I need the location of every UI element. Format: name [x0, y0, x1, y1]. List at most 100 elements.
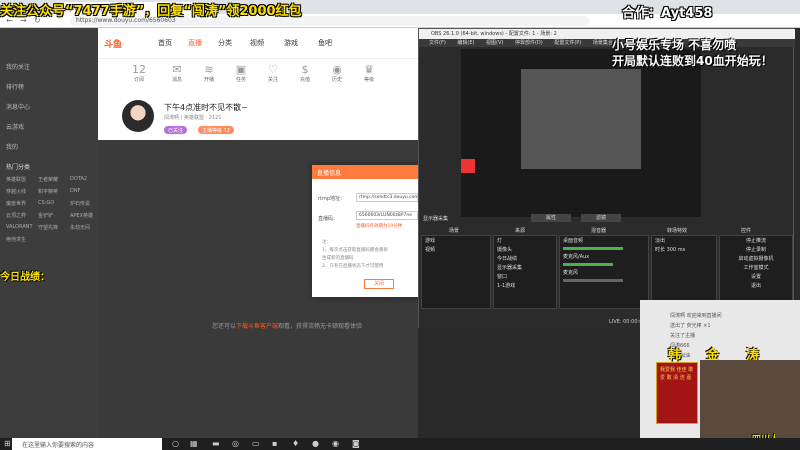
task-button[interactable]: ▣ 任务: [226, 63, 256, 83]
download-link[interactable]: 下载斗鱼客户端: [236, 323, 278, 330]
transition-select[interactable]: 淡出: [652, 236, 716, 245]
icon-label: 任务: [235, 77, 246, 83]
sidebar-item[interactable]: 我的: [6, 142, 18, 151]
level-button[interactable]: ♛ 等级: [354, 63, 384, 83]
store-icon[interactable]: ▭: [252, 439, 260, 448]
history-button[interactable]: ◉ 历史: [322, 63, 352, 83]
app-icon[interactable]: ●: [312, 439, 319, 448]
category-link[interactable]: 守望先锋: [38, 224, 58, 231]
category-link[interactable]: APEX英雄: [70, 212, 93, 219]
duration-row: 时长 300 ms: [652, 245, 716, 254]
virtual-cam-button[interactable]: 启动虚拟摄像机: [720, 254, 792, 263]
source-item[interactable]: 1-1游戏: [494, 281, 556, 290]
mixer-channel: 桌面音频: [563, 238, 584, 244]
close-button[interactable]: 关闭: [364, 279, 394, 289]
app-icon[interactable]: ♦: [292, 439, 299, 448]
sidebar-item[interactable]: 我的关注: [6, 62, 30, 71]
filters-button[interactable]: 滤镜: [581, 214, 621, 222]
edge-icon[interactable]: ◎: [232, 439, 239, 448]
obs-icon[interactable]: ◉: [332, 439, 339, 448]
level-tag: 主播等级 12: [198, 126, 234, 134]
task-view-icon[interactable]: ○: [172, 439, 179, 448]
rtmp-label: rtmp地址：: [318, 196, 346, 202]
recharge-button[interactable]: $ 充值: [290, 63, 320, 83]
message-button[interactable]: ✉ 消息: [162, 63, 192, 83]
taskbar-search[interactable]: 在这里输入你要搜索的内容: [12, 438, 162, 450]
category-link[interactable]: 永劫无间: [70, 224, 90, 231]
header-icon-row: 12 订阅 ✉ 消息 ≋ 开播 ▣ 任务 ♡ 关注 $ 充值 ◉ 历史 ♛ 等级: [98, 58, 418, 94]
nav-home[interactable]: 首页: [158, 38, 172, 48]
settings-button[interactable]: 设置: [720, 272, 792, 281]
douyu-sidebar: 我的关注 排行榜 消息中心 云游戏 我的 热门分类 英雄联盟 王者荣耀 DOTA…: [0, 28, 98, 438]
taskbar: 在这里输入你要搜索的内容 ⊞ ○ ▦ ▬ ◎ ▭ ▪ ♦ ● ◉ ◙: [0, 438, 800, 450]
category-link[interactable]: 炉石传说: [70, 200, 90, 207]
category-link[interactable]: DOTA2: [70, 176, 87, 182]
obs-preview[interactable]: [461, 49, 701, 217]
stop-record-button[interactable]: 停止录制: [720, 245, 792, 254]
category-link[interactable]: 云顶之弈: [6, 212, 26, 219]
category-link[interactable]: 绝地求生: [6, 236, 26, 243]
category-link[interactable]: 穿越火线: [6, 188, 26, 195]
nav-video[interactable]: 视频: [250, 38, 264, 48]
obs-titlebar: OBS 26.1.0 (64-bit, windows) - 配置文件: 1 -…: [419, 29, 795, 39]
douyu-logo[interactable]: 斗鱼: [104, 37, 122, 50]
stop-stream-button[interactable]: 停止推流: [720, 236, 792, 245]
icon-label: 历史: [331, 77, 342, 83]
chat-message: 关注了主播: [670, 333, 696, 339]
sidebar-item[interactable]: 排行榜: [6, 82, 24, 91]
heart-icon: ♡: [268, 63, 278, 76]
nav-live[interactable]: 直播: [188, 38, 202, 48]
category-link[interactable]: CS:GO: [38, 200, 54, 206]
source-item[interactable]: 今日战绩: [494, 254, 556, 263]
studio-mode-button[interactable]: 工作室模式: [720, 263, 792, 272]
category-link[interactable]: 英雄联盟: [6, 176, 26, 183]
sidebar-item[interactable]: 云游戏: [6, 122, 24, 131]
menu-item[interactable]: 视图(V): [486, 40, 503, 46]
volume-meter[interactable]: [563, 263, 613, 266]
follow-tag[interactable]: 已关注: [164, 126, 188, 134]
streamer-avatar[interactable]: [122, 100, 154, 132]
properties-button[interactable]: 属性: [531, 214, 571, 222]
category-link[interactable]: 王者荣耀: [38, 176, 58, 183]
source-item[interactable]: 显示器采集: [494, 263, 556, 272]
rtmp-field[interactable]: rtmp://sendtc3.douyu.com/live: [356, 193, 418, 202]
scene-item[interactable]: 游戏: [422, 236, 490, 245]
source-item[interactable]: 摄像头: [494, 245, 556, 254]
windows-icon[interactable]: ⊞: [4, 439, 11, 448]
download-tip: 您还可以下载斗鱼客户端观看，获得流畅无卡顿观看体验: [212, 323, 363, 330]
category-link[interactable]: VALORANT: [6, 224, 33, 230]
menu-item[interactable]: 配置文件(P): [554, 40, 581, 46]
source-item[interactable]: 灯: [494, 236, 556, 245]
app-icon[interactable]: ▪: [272, 439, 277, 448]
follow-button[interactable]: ♡ 关注: [258, 63, 288, 83]
key-field[interactable]: 6560603rLUN00z8P7ne: [356, 211, 418, 220]
message-icon: ✉: [172, 63, 182, 76]
volume-meter[interactable]: [563, 247, 623, 250]
app-icon[interactable]: ◙: [352, 439, 360, 448]
category-link[interactable]: 金铲铲: [38, 212, 53, 219]
menu-item[interactable]: 文件(F): [429, 40, 446, 46]
category-link[interactable]: 魔兽世界: [6, 200, 26, 207]
sources-title: 来源: [515, 228, 526, 234]
widgets-icon[interactable]: ▦: [190, 439, 198, 448]
subscribe-button[interactable]: 12 订阅: [124, 63, 154, 83]
duration-field[interactable]: 300 ms: [667, 247, 686, 253]
nav-game[interactable]: 游戏: [284, 38, 298, 48]
menu-item[interactable]: 编辑(E): [457, 40, 474, 46]
exit-button[interactable]: 退出: [720, 281, 792, 290]
volume-meter[interactable]: [563, 279, 623, 282]
broadcast-button[interactable]: ≋ 开播: [194, 63, 224, 83]
scene-item[interactable]: 视频: [422, 245, 490, 254]
category-link[interactable]: 和平精英: [38, 188, 58, 195]
sidebar-section-title: 热门分类: [6, 164, 31, 171]
obs-menu-bar: 文件(F) 编辑(E) 视图(V) 停靠部件(D) 配置文件(P) 场景集合(S…: [419, 39, 795, 47]
nav-category[interactable]: 分类: [218, 38, 232, 48]
explorer-icon[interactable]: ▬: [212, 439, 220, 448]
source-item[interactable]: 窗口: [494, 272, 556, 281]
key-label: 直播码：: [318, 216, 339, 222]
menu-item[interactable]: 停靠部件(D): [515, 40, 543, 46]
nav-yuba[interactable]: 鱼吧: [318, 38, 332, 48]
sidebar-item[interactable]: 消息中心: [6, 102, 30, 111]
mixer-channel: 麦克风/Aux: [563, 254, 590, 260]
category-link[interactable]: DNF: [70, 188, 80, 194]
